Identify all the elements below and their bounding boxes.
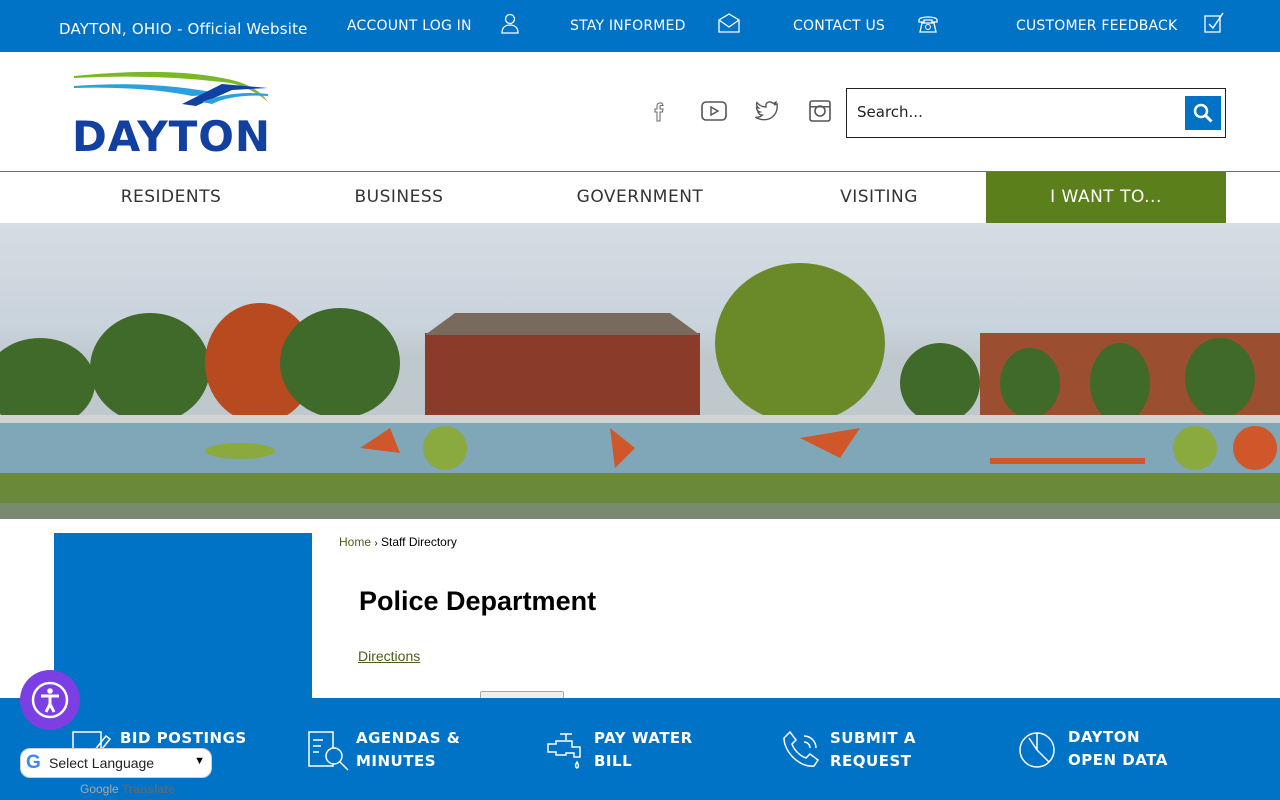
accessibility-icon — [31, 681, 69, 719]
phone-icon[interactable] — [917, 12, 939, 34]
contact-us-link[interactable]: CONTACT US — [793, 18, 885, 34]
instagram-icon[interactable] — [807, 99, 833, 123]
svg-text:DAYTON: DAYTON — [72, 112, 270, 154]
footer-label: BID POSTINGS — [120, 729, 247, 747]
stay-informed-link[interactable]: STAY INFORMED — [570, 18, 686, 34]
nav-visiting[interactable]: VISITING — [768, 172, 990, 223]
footer-label: DAYTON OPEN DATA — [1068, 728, 1168, 769]
footer-label: PAY WATER BILL — [594, 729, 693, 770]
sidebar-panel — [54, 533, 312, 703]
breadcrumb-current: Staff Directory — [381, 535, 457, 549]
accessibility-button[interactable] — [20, 670, 80, 730]
main-nav: RESIDENTS BUSINESS GOVERNMENT VISITING I… — [0, 172, 1280, 223]
search-button[interactable] — [1185, 96, 1221, 130]
nav-i-want-to[interactable]: I WANT TO... — [986, 172, 1226, 223]
language-select[interactable]: G Select Language ▼ — [20, 748, 212, 778]
search-input[interactable] — [857, 103, 1177, 121]
directions-link[interactable]: Directions — [358, 648, 420, 664]
site-title: DAYTON, OHIO - Official Website — [59, 20, 308, 38]
breadcrumb-home[interactable]: Home — [339, 535, 371, 549]
breadcrumb-separator: › — [374, 538, 378, 549]
footer-agendas-minutes[interactable]: AGENDAS & MINUTES — [308, 724, 508, 774]
nav-business[interactable]: BUSINESS — [288, 172, 510, 223]
footer-submit-request[interactable]: SUBMIT A REQUEST — [782, 724, 982, 774]
water-faucet-icon — [547, 733, 581, 769]
language-select-label: Select Language — [49, 755, 155, 771]
checkbox-icon[interactable] — [1203, 12, 1225, 34]
footer-open-data[interactable]: DAYTON OPEN DATA — [1018, 724, 1218, 774]
search-icon — [1193, 103, 1213, 123]
account-login-link[interactable]: ACCOUNT LOG IN — [347, 18, 472, 34]
top-bar: DAYTON, OHIO - Official Website ACCOUNT … — [0, 0, 1280, 52]
twitter-icon[interactable] — [754, 99, 780, 123]
customer-feedback-link[interactable]: CUSTOMER FEEDBACK — [1016, 18, 1177, 34]
youtube-icon[interactable] — [701, 99, 727, 123]
nav-government[interactable]: GOVERNMENT — [520, 172, 760, 223]
footer-label: AGENDAS & MINUTES — [356, 729, 461, 770]
dayton-logo[interactable]: DAYTON — [72, 70, 272, 154]
header: DAYTON — [0, 52, 1280, 172]
search-box — [846, 88, 1226, 138]
user-icon[interactable] — [499, 12, 521, 34]
pie-chart-icon — [1019, 732, 1055, 768]
google-translate-credit[interactable]: Google Translate — [80, 782, 175, 796]
chevron-down-icon: ▼ — [194, 755, 205, 767]
document-search-icon — [308, 731, 349, 771]
hero-image — [0, 223, 1280, 519]
page-title: Police Department — [359, 586, 597, 616]
breadcrumb: Home › Staff Directory — [339, 535, 457, 549]
phone-call-icon — [783, 730, 820, 767]
riverfront-mural-photo — [0, 263, 1280, 519]
envelope-icon[interactable] — [718, 12, 740, 34]
footer-label: SUBMIT A REQUEST — [830, 729, 916, 770]
footer-pay-water-bill[interactable]: PAY WATER BILL — [546, 724, 746, 774]
facebook-icon[interactable] — [647, 99, 673, 123]
nav-residents[interactable]: RESIDENTS — [60, 172, 282, 223]
google-g-icon: G — [26, 752, 41, 773]
